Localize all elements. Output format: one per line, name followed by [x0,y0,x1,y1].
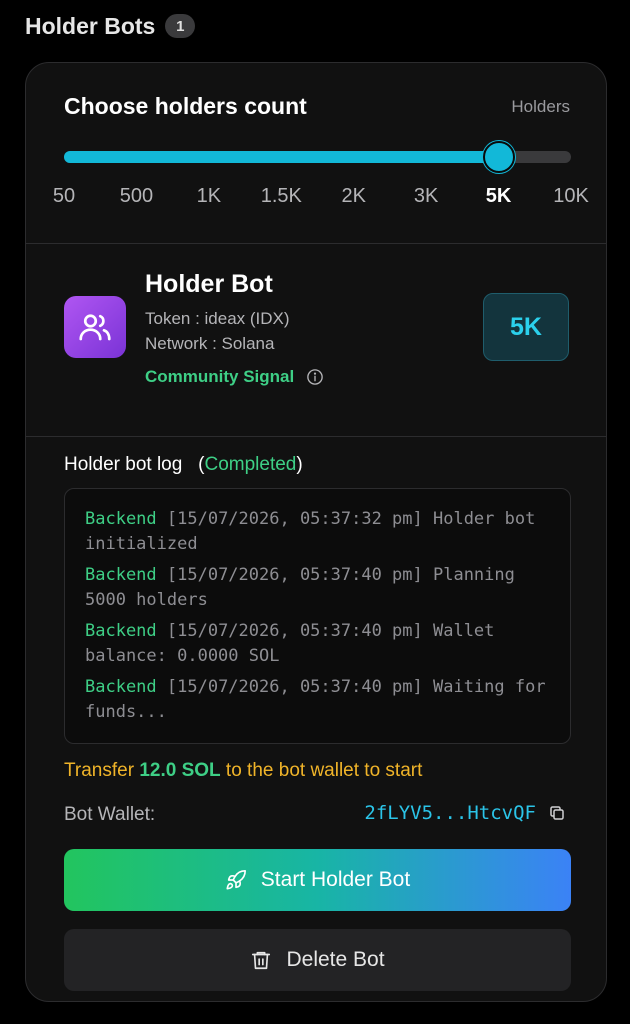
start-button-label: Start Holder Bot [260,868,411,891]
log-source: Backend [85,509,157,529]
section-divider [26,243,606,244]
community-signal: Community Signal [145,367,324,387]
holders-slider[interactable] [64,141,571,173]
holder-count-badge: 5K [483,293,569,361]
wallet-address-text: 2fLYV5...HtcvQF [364,802,536,824]
log-title-label: Holder bot log [64,454,183,475]
start-holder-bot-button[interactable]: Start Holder Bot [64,849,571,911]
log-entry: Backend [15/07/2026, 05:37:40 pm] Wallet… [85,619,550,669]
slider-fill [64,151,499,163]
bot-name: Holder Bot [145,270,273,298]
log-entry: Backend [15/07/2026, 05:37:40 pm] Planni… [85,563,550,613]
log-source: Backend [85,565,157,585]
bot-network: Network : Solana [145,334,275,353]
holder-bot-card: Choose holders count Holders 50 500 1K 1… [25,62,607,1002]
slider-tick-labels: 50 500 1K 1.5K 2K 3K 5K 10K [53,185,589,209]
tick-label[interactable]: 10K [541,185,601,208]
tick-label[interactable]: 50 [34,185,94,208]
wallet-address[interactable]: 2fLYV5...HtcvQF [364,802,566,824]
tick-label[interactable]: 3K [396,185,456,208]
tick-label[interactable]: 5K [469,185,529,208]
bot-avatar [64,296,126,358]
delete-button-label: Delete Bot [286,948,385,971]
holder-bots-page: Holder Bots 1 Choose holders count Holde… [0,0,630,1024]
log-console: Backend [15/07/2026, 05:37:32 pm] Holder… [64,488,571,744]
info-icon[interactable] [306,368,324,386]
transfer-instruction: Transfer 12.0 SOL to the bot wallet to s… [64,760,423,781]
bot-token: Token : ideax (IDX) [145,309,290,328]
log-source: Backend [85,621,157,641]
trash-icon [252,951,271,970]
holders-count-title: Choose holders count [64,93,307,119]
tick-label[interactable]: 2K [324,185,384,208]
holders-label: Holders [511,97,570,116]
log-status-value: Completed [204,454,297,475]
wallet-label: Bot Wallet: [64,804,156,825]
rocket-icon [226,870,246,890]
copy-icon[interactable] [548,804,566,822]
transfer-amount: 12.0 SOL [139,760,221,781]
tick-label[interactable]: 1K [179,185,239,208]
slider-thumb[interactable] [482,141,515,173]
tick-label[interactable]: 1.5K [251,185,311,208]
log-entry: Backend [15/07/2026, 05:37:32 pm] Holder… [85,507,550,557]
section-divider [26,436,606,437]
users-icon [79,314,111,341]
log-source: Backend [85,677,157,697]
page-header: Holder Bots 1 [25,10,196,42]
log-title: Holder bot log (Completed) [64,454,303,476]
log-status: (Completed) [198,454,303,475]
tick-label[interactable]: 500 [106,185,166,208]
log-entry: Backend [15/07/2026, 05:37:40 pm] Waitin… [85,675,550,725]
page-title: Holder Bots [25,12,156,39]
delete-bot-button[interactable]: Delete Bot [64,929,571,991]
community-signal-label: Community Signal [145,367,295,386]
bot-count-badge: 1 [165,14,196,38]
